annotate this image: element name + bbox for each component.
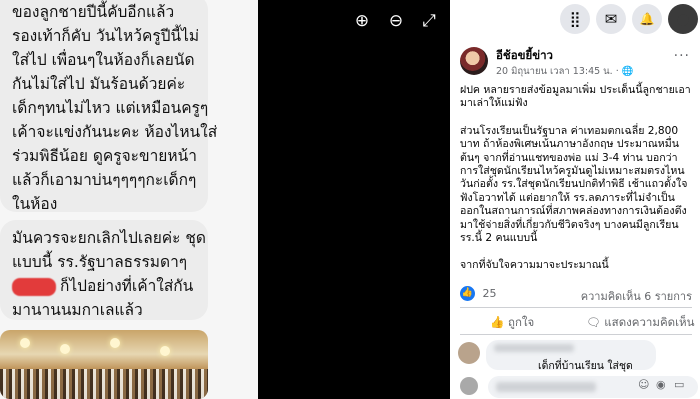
emoji-icon[interactable]: ☺ bbox=[638, 378, 649, 391]
image-viewer: ⊕ ⊖ ⤢ bbox=[258, 0, 450, 399]
divider bbox=[460, 307, 692, 308]
post-paragraph: จากที่จับใจความมาจะประมาณนี้ bbox=[460, 259, 609, 272]
comment-button[interactable]: 🗨 แสดงความคิดเห็น bbox=[586, 314, 695, 332]
comment-bubble: เด็กที่บ้านเรียน ใส่ชุด bbox=[486, 340, 656, 372]
comment-input[interactable]: ☺ ◉ ▭ bbox=[488, 376, 698, 398]
chat-line: เค้าจะแข่งกันนะคะ ห้องไหนใส่ bbox=[12, 123, 218, 141]
top-bar: ⣿ ✉ 🔔 ● bbox=[450, 0, 700, 38]
post-paragraph: ส่วนโรงเรียนเป็นรัฐบาล ค่าเทอมตกเฉลี่ย 2… bbox=[460, 124, 688, 245]
chat-line: แบบนี้ รร.รัฐบาลธรรมดาๆ bbox=[12, 253, 188, 271]
chat-line: ร่วมพิธีน้อย ดูครูจะขายหน้า bbox=[12, 147, 197, 165]
fullscreen-icon[interactable]: ⤢ bbox=[418, 10, 440, 32]
chat-line: กันไม่ใส่ไป มันร้อนด้วยค่ะ bbox=[12, 75, 186, 93]
notifications-icon[interactable]: 🔔 bbox=[632, 4, 662, 34]
chat-line: แล้วก็เอามาบ่นๆๆๆๆกะเด็กๆ bbox=[12, 171, 197, 189]
menu-icon[interactable]: ⣿ bbox=[560, 4, 590, 34]
comment-text: เด็กที่บ้านเรียน ใส่ชุด bbox=[538, 360, 633, 372]
chat-line: มันควรจะยกเลิกไปเลยค่ะ ชุด bbox=[12, 229, 206, 247]
post-body: ฝปค หลายรายส่งข้อมูลมาเพิ่ม ประเด็นนี้ลู… bbox=[460, 84, 692, 287]
chat-line: เด็กๆทนไม่ไหว แต่เหมือนครูๆ bbox=[12, 99, 209, 117]
messenger-icon[interactable]: ✉ bbox=[596, 4, 626, 34]
like-label: ถูกใจ bbox=[507, 315, 535, 329]
ceremony-photo bbox=[0, 330, 208, 399]
like-button[interactable]: 👍 ถูกใจ bbox=[490, 314, 534, 332]
blurred-input-text bbox=[496, 382, 596, 392]
commenter-avatar[interactable] bbox=[458, 342, 480, 364]
chat-line: ใส่ไป เพื่อนๆในห้องก็เลยนัด bbox=[12, 51, 195, 69]
chat-bubble-1: ของลูกชายปีนี้คับอีกแล้ว รองเท้าก็คับ วั… bbox=[0, 0, 218, 213]
chat-line: ในห้อง bbox=[12, 195, 58, 213]
author-name[interactable]: อีช้อขยี้ข่าว bbox=[496, 47, 553, 65]
redaction-mark bbox=[12, 277, 56, 296]
post-paragraph: ฝปค หลายรายส่งข้อมูลมาเพิ่ม ประเด็นนี้ลู… bbox=[460, 84, 691, 110]
thumbs-up-icon: 👍 bbox=[490, 315, 508, 329]
comment-label: แสดงความคิดเห็น bbox=[604, 315, 695, 329]
chat-line: มานานนมกาเลแล้ว bbox=[12, 301, 143, 319]
zoom-in-icon[interactable]: ⊕ bbox=[351, 10, 373, 32]
comment-icon: 🗨 bbox=[586, 315, 605, 329]
post-timestamp[interactable]: 20 มิถุนายน เวลา 13:45 น. · 🌐 bbox=[496, 64, 634, 79]
chat-line: ของลูกชายปีนี้คับอีกแล้ว bbox=[12, 3, 175, 21]
more-options-icon[interactable]: ··· bbox=[674, 48, 690, 64]
comment-count[interactable]: ความคิดเห็น 6 รายการ bbox=[581, 287, 692, 305]
reaction-bar: 👍 25 ความคิดเห็น 6 รายการ bbox=[460, 286, 692, 304]
account-avatar[interactable]: ● bbox=[668, 4, 698, 34]
blurred-name bbox=[494, 344, 574, 352]
post-panel: ⣿ ✉ 🔔 ● อีช้อขยี้ข่าว 20 มิถุนายน เวลา 1… bbox=[450, 0, 700, 399]
divider bbox=[460, 334, 692, 335]
chat-line: รองเท้าก็คับ วันไหว้ครูปีนี้ไม่ bbox=[12, 27, 200, 45]
chat-bubble-2: มันควรจะยกเลิกไปเลยค่ะ ชุด แบบนี้ รร.รัฐ… bbox=[0, 220, 208, 320]
gif-icon[interactable]: ▭ bbox=[674, 378, 684, 391]
chat-screenshot: ของลูกชายปีนี้คับอีกแล้ว รองเท้าก็คับ วั… bbox=[0, 0, 258, 399]
reaction-count[interactable]: 25 bbox=[483, 287, 497, 300]
author-avatar[interactable] bbox=[460, 47, 488, 75]
camera-icon[interactable]: ◉ bbox=[656, 378, 666, 391]
chat-line: ก็ไปอย่างที่เค้าใส่กัน bbox=[12, 274, 196, 298]
chat-text: ก็ไปอย่างที่เค้าใส่กัน bbox=[60, 277, 194, 295]
zoom-out-icon[interactable]: ⊖ bbox=[385, 10, 407, 32]
my-avatar bbox=[460, 377, 478, 395]
like-reaction-icon: 👍 bbox=[460, 286, 475, 301]
